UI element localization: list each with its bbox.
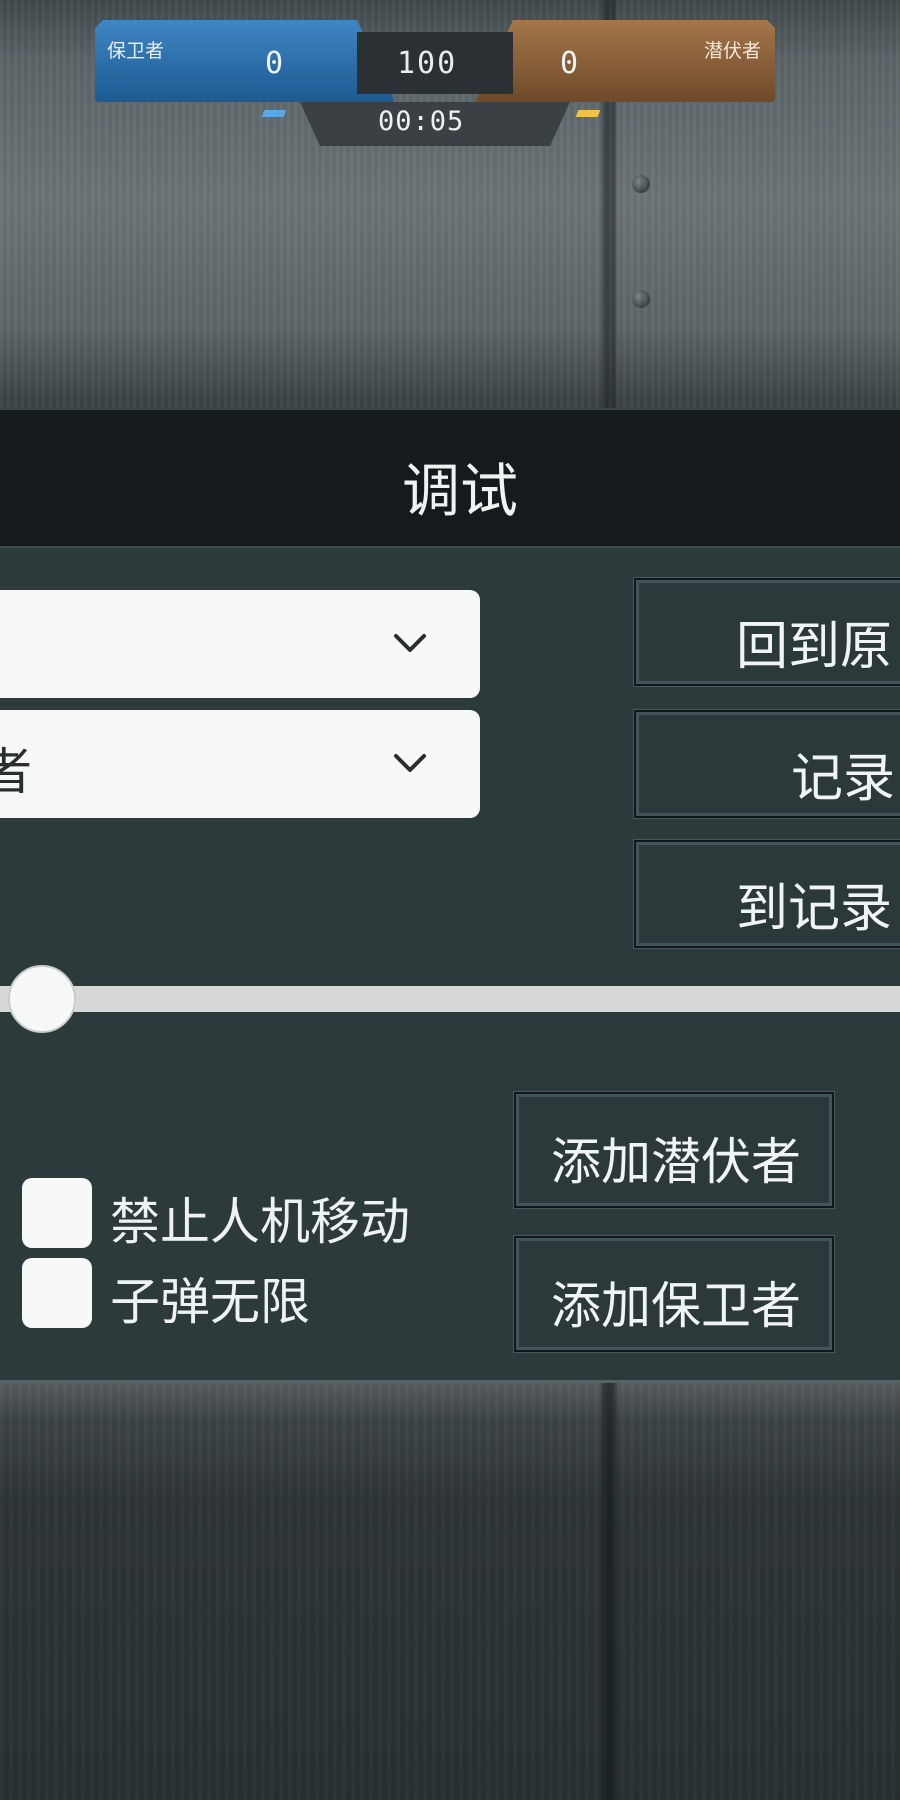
- chevron-down-icon: [394, 634, 426, 652]
- button-label: 记录: [791, 749, 896, 809]
- return-origin-button[interactable]: 回到原: [634, 578, 900, 686]
- dropdown-value: 者: [0, 743, 32, 801]
- team-left-score: 0: [265, 46, 284, 81]
- add-infiltrator-button[interactable]: 添加潜伏者: [514, 1092, 834, 1208]
- team-right-marker-icon: [575, 110, 601, 117]
- game-scene-bottom: [0, 1380, 900, 1800]
- match-timer: 00:05: [378, 106, 465, 137]
- team-left-marker-icon: [261, 110, 287, 117]
- button-label: 到记录: [736, 879, 893, 939]
- panel-header: 调试: [0, 410, 900, 548]
- rivet-decoration: [632, 175, 650, 193]
- dropdown-select-1[interactable]: [0, 590, 480, 698]
- disable-bot-movement-checkbox[interactable]: [22, 1178, 92, 1248]
- add-defender-button[interactable]: 添加保卫者: [514, 1236, 834, 1352]
- panel-title: 调试: [401, 457, 518, 525]
- rivet-decoration: [632, 290, 650, 308]
- scoreboard: 保卫者 0 100 0 潜伏者 00:05: [95, 20, 775, 150]
- debug-panel: 调试 者 回到原 记录 到记录 添加潜伏者 添加保卫者 禁止人机移动 子弹无限: [0, 408, 900, 1383]
- button-label: 添加保卫者: [551, 1277, 801, 1335]
- slider-thumb[interactable]: [8, 965, 76, 1033]
- slider-track[interactable]: [0, 986, 900, 1012]
- button-label: 回到原: [736, 617, 893, 677]
- checkbox-label: 禁止人机移动: [110, 1193, 410, 1251]
- team-left-name: 保卫者: [107, 40, 165, 62]
- button-label: 添加潜伏者: [551, 1133, 801, 1191]
- team-right-score: 0: [560, 46, 579, 81]
- checkbox-label: 子弹无限: [110, 1273, 310, 1331]
- record-button[interactable]: 记录: [634, 710, 900, 818]
- chevron-down-icon: [394, 754, 426, 772]
- infinite-ammo-checkbox[interactable]: [22, 1258, 92, 1328]
- dropdown-select-2[interactable]: 者: [0, 710, 480, 818]
- target-score: 100: [397, 46, 458, 81]
- go-to-record-button[interactable]: 到记录: [634, 840, 900, 948]
- team-right-name: 潜伏者: [703, 40, 761, 62]
